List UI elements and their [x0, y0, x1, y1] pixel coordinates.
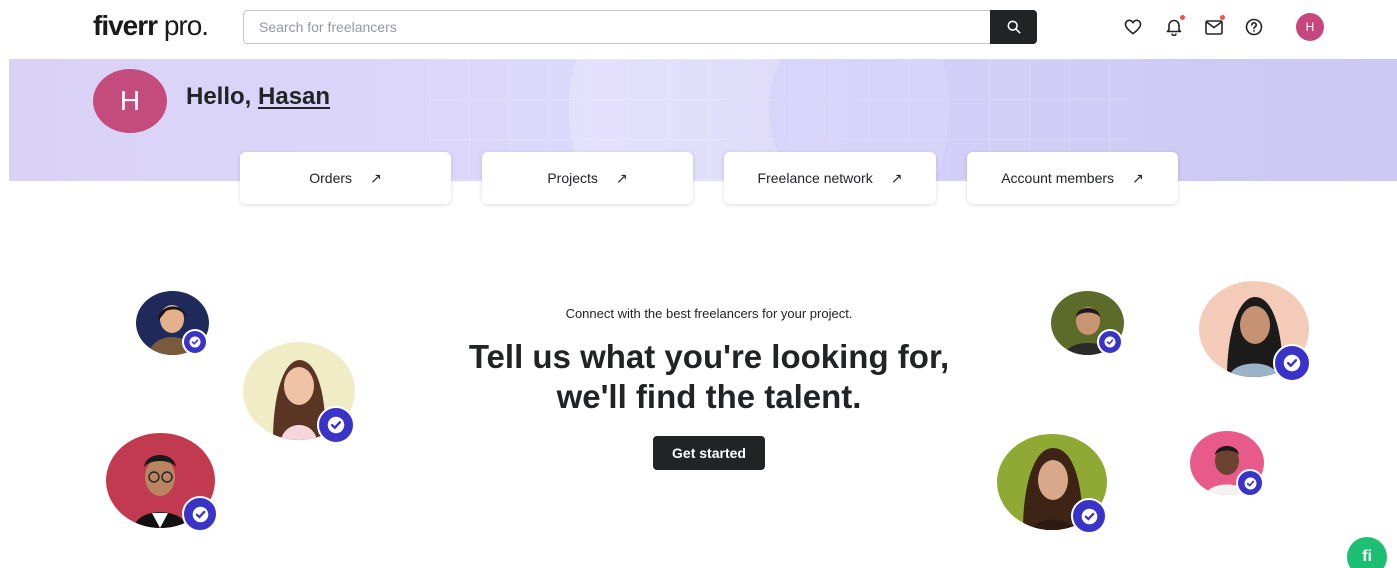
freelancer-portrait [1199, 281, 1311, 382]
mail-icon [1205, 19, 1223, 35]
quick-link-label: Account members [1001, 170, 1115, 186]
chat-icon: fi [1362, 548, 1372, 565]
quick-link-label: Orders [309, 170, 353, 186]
search-input[interactable] [244, 11, 990, 43]
arrow-up-right-icon: ↗ [370, 169, 382, 186]
notifications-button[interactable] [1163, 15, 1185, 38]
bell-icon [1166, 19, 1182, 36]
search-icon [1007, 20, 1020, 34]
fiverr-pro-logo[interactable]: fiverr pro. [93, 10, 209, 42]
logo-word: fiverr [93, 10, 158, 41]
headline-line: we'll find the talent. [556, 378, 862, 415]
search-bar [243, 10, 1037, 44]
freelancer-portrait [1051, 291, 1124, 355]
message-dot [1220, 15, 1225, 20]
quick-link-label: Freelance network [757, 170, 873, 186]
heart-icon [1124, 19, 1142, 35]
freelance-network-card[interactable]: Freelance network ↗ [724, 152, 936, 204]
freelancer-portrait [243, 342, 355, 444]
freelancer-portrait [106, 433, 218, 532]
hero-subtitle: Connect with the best freelancers for yo… [565, 306, 853, 321]
freelancer-portrait [136, 291, 209, 355]
search-button[interactable] [990, 10, 1037, 44]
verified-badge-icon [1273, 344, 1311, 382]
hero-headline: Tell us what you're looking for, we'll f… [359, 337, 1059, 417]
user-name-link[interactable]: Hasan [258, 83, 330, 110]
profile-avatar-initial: H [119, 85, 141, 116]
logo-suffix: pro. [157, 10, 209, 41]
verified-badge-icon [317, 406, 355, 444]
help-icon [1245, 18, 1263, 36]
greeting-text: Hello, [186, 83, 259, 110]
verified-badge-icon [1071, 498, 1107, 534]
user-avatar-button[interactable]: H [1296, 13, 1324, 41]
notification-dot [1180, 15, 1185, 20]
avatar-initial: H [1305, 20, 1315, 34]
quick-link-label: Projects [547, 170, 598, 186]
verified-badge-icon [182, 496, 218, 532]
favorites-button[interactable] [1122, 16, 1144, 38]
messages-button[interactable] [1203, 15, 1225, 38]
welcome-banner [9, 59, 1397, 181]
projects-card[interactable]: Projects ↗ [482, 152, 693, 204]
verified-badge-icon [1097, 329, 1123, 355]
orders-card[interactable]: Orders ↗ [240, 152, 451, 204]
account-members-card[interactable]: Account members ↗ [967, 152, 1178, 204]
arrow-up-right-icon: ↗ [890, 169, 903, 186]
arrow-up-right-icon: ↗ [1132, 169, 1144, 186]
help-button[interactable] [1243, 16, 1265, 38]
top-navbar: fiverr pro. H [0, 0, 1397, 58]
chat-widget-button[interactable]: fi [1347, 537, 1387, 568]
arrow-up-right-icon: ↗ [615, 169, 628, 186]
freelancer-portrait [997, 434, 1107, 534]
verified-badge-icon [182, 329, 208, 355]
greeting: Hello, Hasan [186, 83, 330, 111]
get-started-button[interactable]: Get started [653, 436, 765, 470]
headline-line: Tell us what you're looking for, [468, 338, 950, 375]
verified-badge-icon [1236, 469, 1264, 497]
freelancer-portrait [1190, 431, 1264, 497]
profile-avatar: H [93, 69, 167, 133]
